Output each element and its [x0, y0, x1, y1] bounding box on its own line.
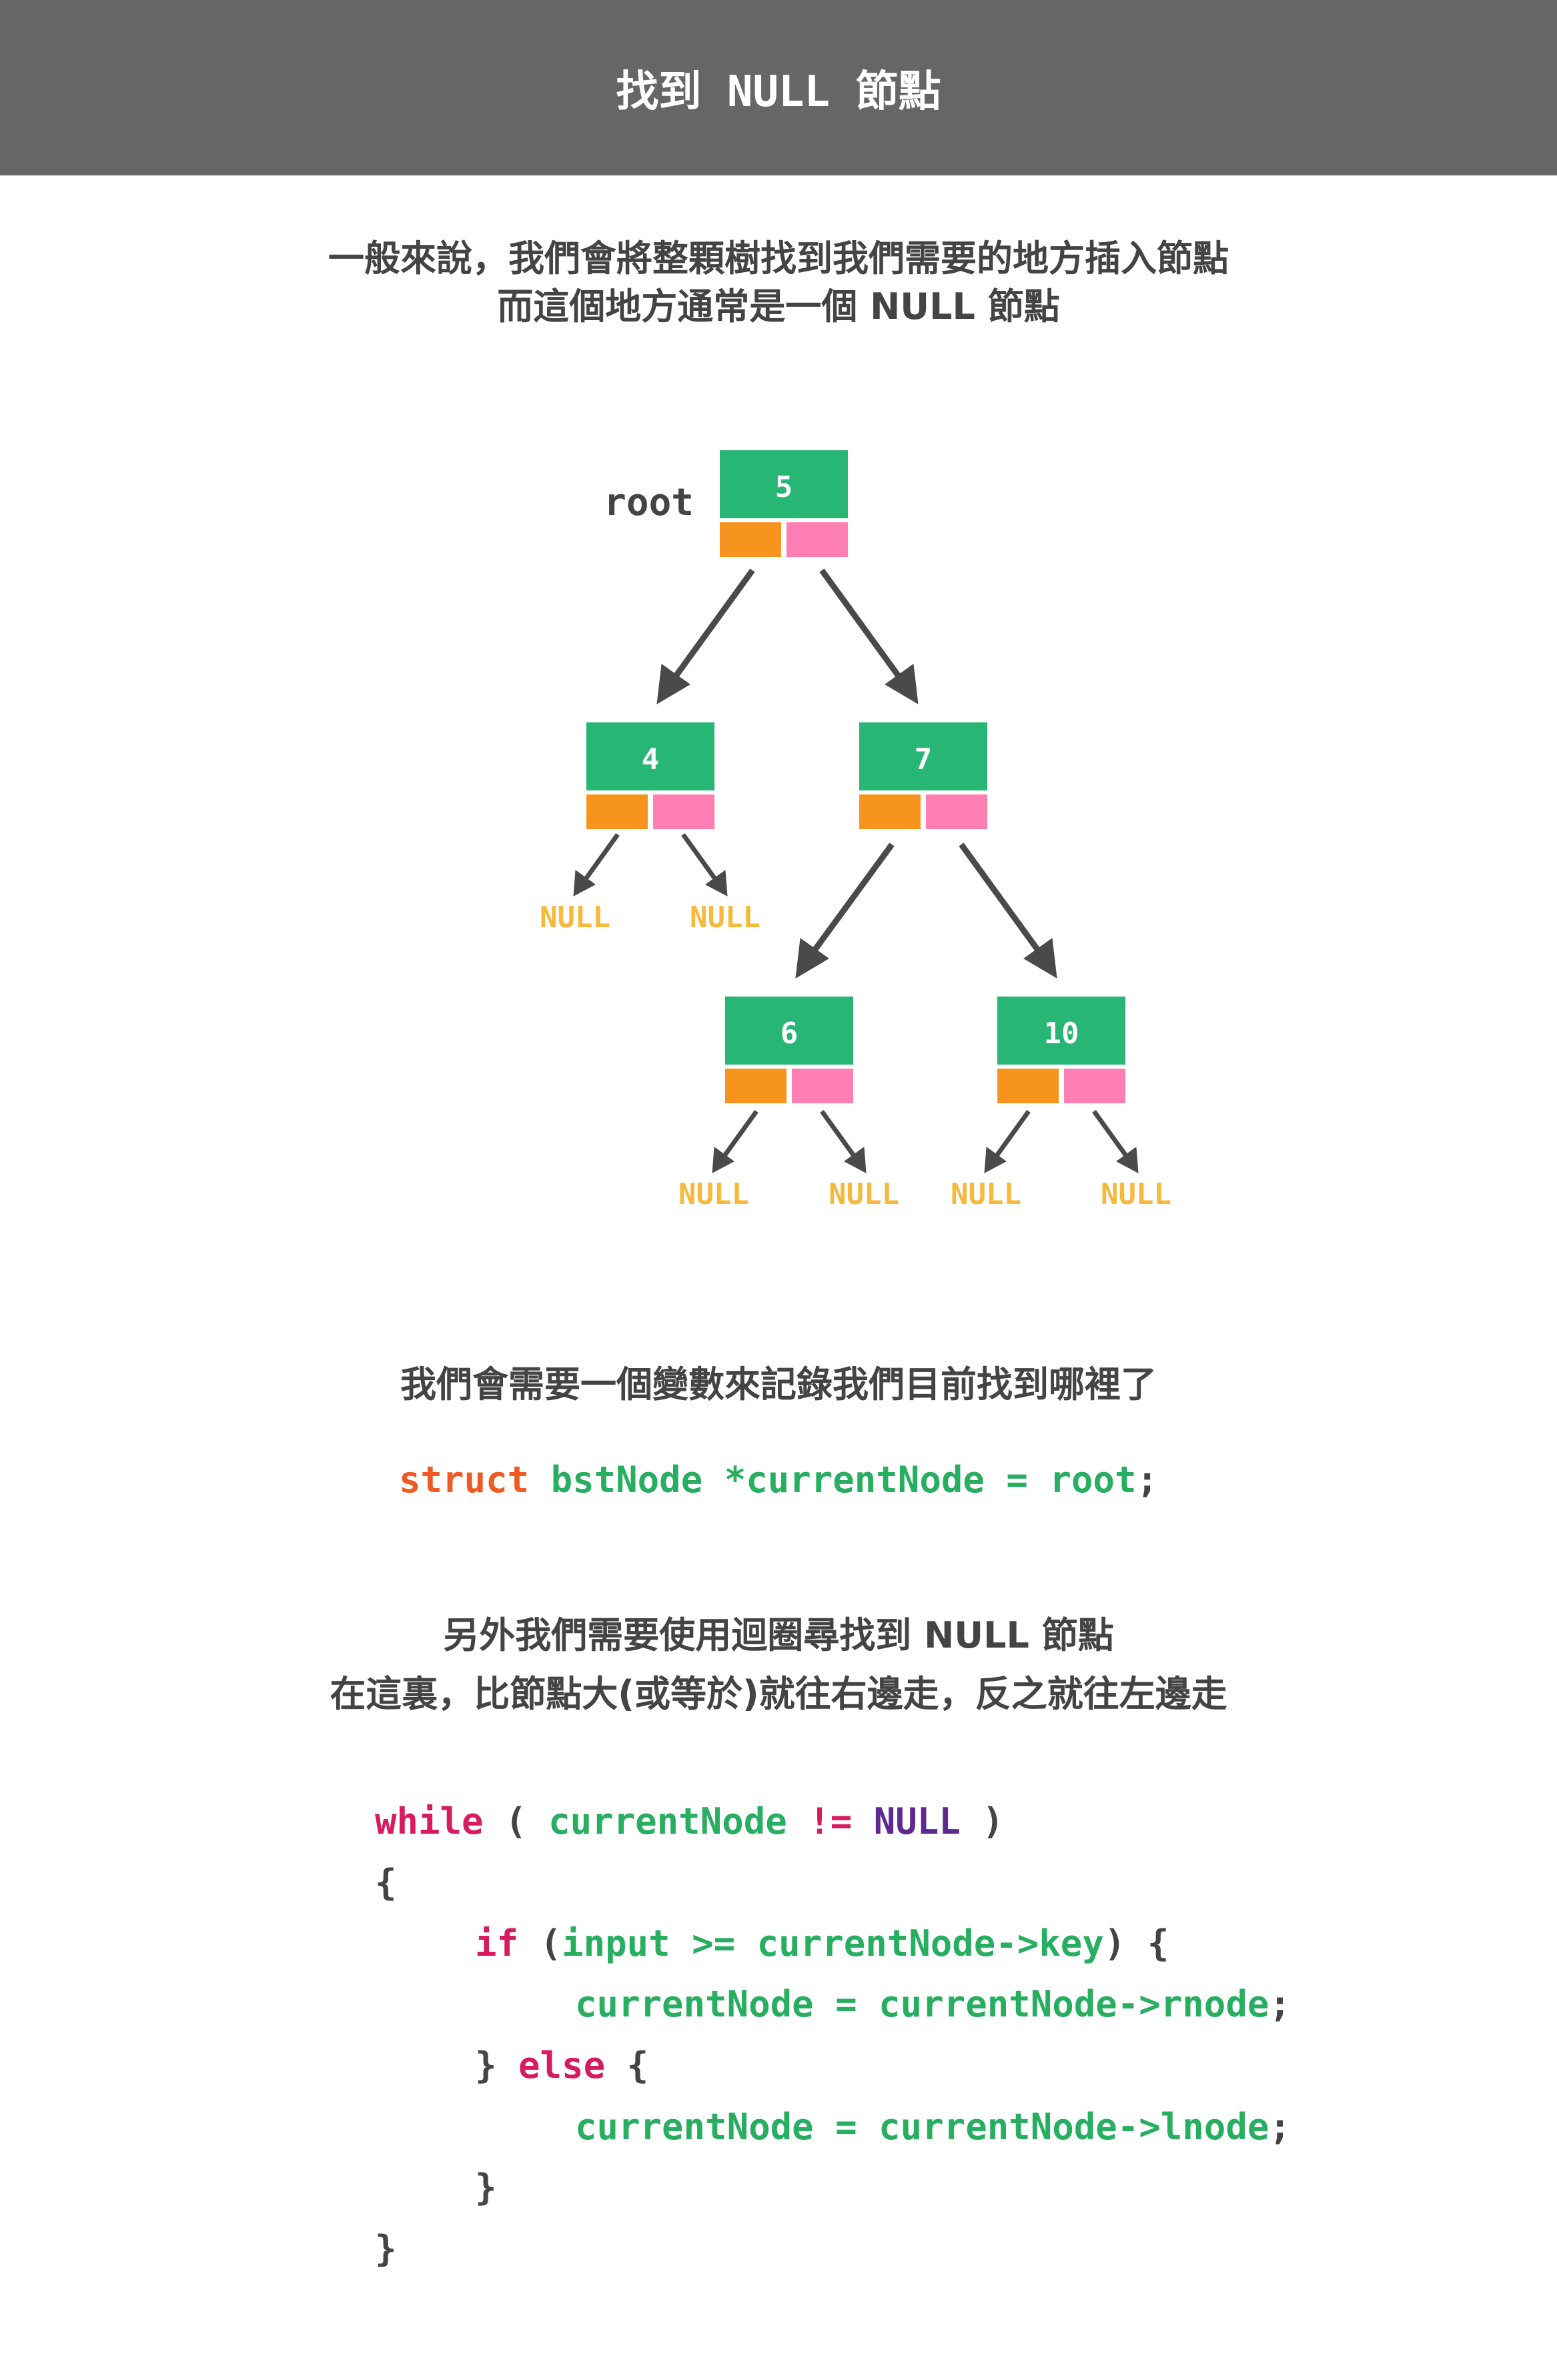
left-pointer-box — [725, 1069, 787, 1103]
edge-5-to-7 — [819, 568, 919, 704]
null-label: NULL — [690, 901, 760, 935]
code-semicolon: ; — [1136, 1459, 1158, 1501]
code-punct: ( — [518, 1922, 562, 1964]
tree-node-4: 4 — [586, 722, 714, 829]
code-punct: } — [375, 2228, 397, 2270]
right-pointer-box — [787, 522, 848, 557]
edge-5-to-4 — [656, 568, 755, 704]
code-line-rnode: currentNode = currentNode->rnode; — [575, 1981, 1291, 2028]
loop-intro-line: 另外我們需要使用迴圈尋找到 NULL 節點 — [443, 1614, 1114, 1656]
intro-line: 而這個地方通常是一個 NULL 節點 — [497, 285, 1060, 328]
code-operator: = — [1006, 1459, 1028, 1501]
code-punct: } — [475, 2044, 519, 2087]
code-punct: { — [605, 2044, 649, 2087]
code-line-while: while ( currentNode != NULL ) — [375, 1798, 1004, 1845]
code-expression: input >= currentNode->key — [562, 1922, 1104, 1964]
right-pointer-box — [926, 794, 987, 829]
left-pointer-box — [586, 794, 648, 829]
code-punct: ( — [483, 1800, 549, 1842]
null-label: NULL — [829, 1177, 899, 1211]
edge-7-to-6 — [795, 842, 895, 979]
left-pointer-box — [997, 1069, 1059, 1103]
edge-10-left-null — [984, 1109, 1031, 1173]
code-keyword: struct — [399, 1459, 530, 1501]
right-pointer-box — [1064, 1069, 1125, 1103]
code-keyword: else — [518, 2044, 606, 2087]
code-punct: { — [375, 1862, 397, 1904]
null-label: NULL — [1101, 1177, 1171, 1211]
node-key: 6 — [781, 1017, 799, 1051]
left-pointer-box — [859, 794, 921, 829]
intro-line: 一般來說，我們會將整顆樹找到我們需要的地方插入節點 — [328, 237, 1229, 279]
tree-node-5: 5 — [720, 450, 848, 557]
code-semicolon: ; — [1269, 2106, 1291, 2148]
header-bar: 找到 NULL 節點 — [0, 0, 1557, 175]
variable-declaration: struct bstNode *currentNode = root; — [0, 1457, 1557, 1504]
code-semicolon: ; — [1269, 1983, 1291, 2025]
code-expression: currentNode = currentNode->rnode — [575, 1983, 1269, 2025]
code-variable: *currentNode — [724, 1459, 985, 1501]
code-value: root — [1049, 1459, 1137, 1501]
edge-4-left-null — [573, 832, 620, 897]
variable-intro-line: 我們會需要一個變數來記錄我們目前找到哪裡了 — [400, 1363, 1157, 1405]
edge-4-right-null — [681, 832, 728, 897]
code-variable: currentNode — [548, 1800, 787, 1842]
bst-diagram: root 5 4 7 6 10 NULL NULL NULL NULL NULL… — [540, 450, 1171, 1211]
code-operator: != — [787, 1800, 874, 1842]
left-pointer-box — [720, 522, 781, 557]
loop-intro-text: 另外我們需要使用迴圈尋找到 NULL 節點 在這裏，比節點大(或等於)就往右邊走… — [0, 1606, 1557, 1724]
code-keyword: if — [475, 1922, 519, 1964]
null-label: NULL — [678, 1177, 749, 1211]
edge-10-right-null — [1092, 1109, 1139, 1173]
page-title: 找到 NULL 節點 — [616, 67, 941, 117]
code-line-else: } else { — [475, 2042, 648, 2089]
right-pointer-box — [653, 794, 714, 829]
node-key: 4 — [642, 742, 660, 776]
code-line-close-while: } — [375, 2226, 397, 2273]
tree-node-6: 6 — [725, 997, 853, 1103]
root-label: root — [604, 481, 694, 524]
code-line-close-if: } — [475, 2165, 497, 2211]
intro-text: 一般來說，我們會將整顆樹找到我們需要的地方插入節點 而這個地方通常是一個 NUL… — [0, 235, 1557, 331]
node-key: 10 — [1044, 1017, 1079, 1051]
code-type: bstNode — [550, 1459, 703, 1501]
edge-6-left-null — [712, 1109, 758, 1173]
code-line-if: if (input >= currentNode->key) { — [475, 1920, 1169, 1967]
node-key: 7 — [915, 742, 933, 776]
code-null: NULL — [873, 1800, 961, 1842]
edge-7-to-10 — [959, 842, 1057, 979]
variable-intro-text: 我們會需要一個變數來記錄我們目前找到哪裡了 — [0, 1361, 1557, 1409]
code-expression: currentNode = currentNode->lnode — [575, 2106, 1269, 2148]
code-punct: ) — [960, 1800, 1004, 1842]
code-line-lnode: currentNode = currentNode->lnode; — [575, 2104, 1291, 2151]
tree-node-10: 10 — [997, 997, 1125, 1103]
node-key: 5 — [775, 470, 793, 504]
code-keyword: while — [375, 1800, 484, 1842]
code-punct: } — [475, 2167, 497, 2209]
loop-intro-line: 在這裏，比節點大(或等於)就往右邊走，反之就往左邊走 — [330, 1673, 1227, 1715]
code-line-open-brace: { — [375, 1860, 397, 1906]
tree-node-7: 7 — [859, 722, 987, 829]
right-pointer-box — [792, 1069, 853, 1103]
null-label: NULL — [951, 1177, 1021, 1211]
code-punct: ) { — [1103, 1922, 1169, 1964]
edge-6-right-null — [820, 1109, 867, 1173]
null-label: NULL — [540, 901, 610, 935]
